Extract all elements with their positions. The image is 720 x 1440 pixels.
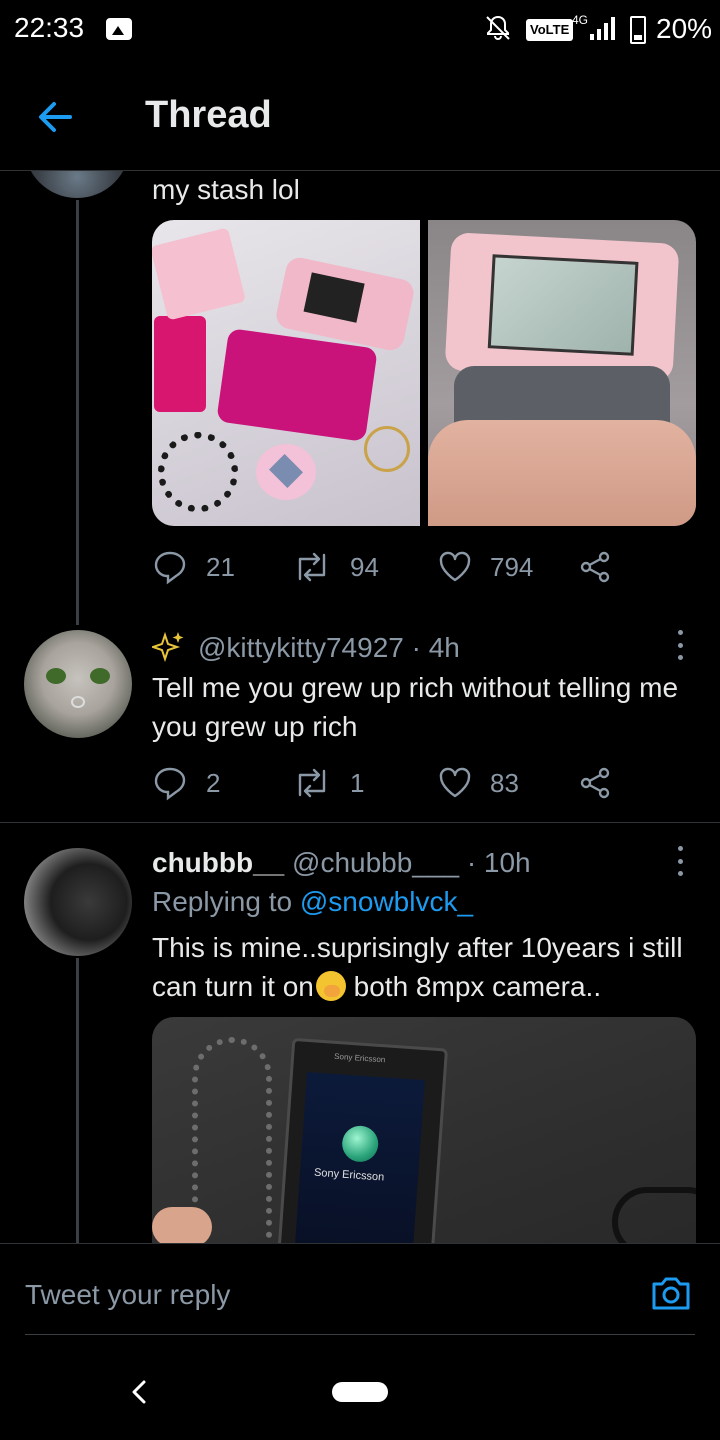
page-title: Thread [145, 94, 272, 136]
share-icon [580, 551, 610, 583]
pink-phone-shape [216, 328, 378, 442]
reply-icon [154, 767, 186, 801]
reply-button[interactable]: 2 [152, 763, 220, 803]
reply-button[interactable]: 21 [152, 547, 235, 587]
battery-icon [630, 16, 646, 44]
red-flip-phone-shape [154, 316, 206, 412]
thread-header: Thread [0, 62, 720, 171]
tweet-text: my stash lol [152, 174, 300, 205]
tweet-divider [0, 822, 720, 823]
camera-icon[interactable] [650, 1274, 692, 1312]
reply-input[interactable]: Tweet your reply [25, 1268, 695, 1335]
replying-to-handle[interactable]: @snowblvck_ [300, 886, 473, 917]
like-button[interactable]: 794 [438, 547, 533, 587]
battery-percent: 20% [656, 13, 713, 44]
phone-screen: Sony Ericsson [294, 1071, 425, 1258]
like-count: 83 [490, 767, 519, 798]
status-bar: 22:33 VoLTE 4G 20% [0, 0, 720, 62]
sony-ericsson-logo-icon [340, 1124, 380, 1164]
avatar[interactable] [24, 848, 132, 956]
status-time: 22:33 [14, 12, 85, 43]
replying-to-label: Replying to [152, 886, 293, 917]
tweet-text: This is mine..suprisingly after 10years … [152, 928, 700, 1006]
tamagotchi-shape [256, 444, 316, 500]
share-button[interactable] [578, 547, 630, 587]
heart-icon [439, 767, 471, 798]
tweet-text-part: both 8mpx camera.. [345, 971, 602, 1002]
notifications-off-icon [486, 15, 510, 40]
reply-bar: Tweet your reply [0, 1243, 720, 1362]
sidekick-body-shape [444, 232, 680, 382]
reply-icon [154, 551, 186, 585]
signal-icon [590, 17, 615, 40]
tweet-text: Tell me you grew up rich without telling… [152, 672, 679, 742]
thread-connector [76, 958, 79, 1243]
replying-to: Replying to @snowblvck_ [152, 884, 473, 920]
nav-back-icon[interactable] [128, 1379, 152, 1405]
hand-shape [428, 420, 696, 526]
retweet-button[interactable]: 94 [292, 547, 379, 587]
retweet-count: 1 [350, 767, 365, 798]
tweet-author-handle: @kittykitty74927 · 4h [198, 630, 460, 666]
share-button[interactable] [578, 763, 630, 803]
heart-icon [439, 551, 471, 582]
author-name[interactable]: chubbb__ [152, 847, 284, 878]
volte-badge: VoLTE [526, 19, 574, 41]
gallery-icon [106, 18, 132, 40]
tweet-author: chubbb__ @chubbb___ · 10h [152, 845, 531, 881]
nav-home-pill[interactable] [332, 1382, 388, 1402]
tweet-time: · 10h [466, 847, 531, 878]
more-options-button[interactable] [670, 630, 690, 660]
hand-shape [152, 1207, 212, 1247]
author-handle[interactable]: @kittykitty74927 [198, 632, 404, 663]
reply-count: 2 [206, 767, 221, 798]
tweet-time: · 4h [411, 632, 460, 663]
retweet-count: 94 [350, 551, 379, 582]
tweet-actions: 2 1 83 [152, 763, 632, 803]
hand-over-mouth-emoji-icon [315, 971, 346, 1001]
bead-bracelet-shape [158, 432, 238, 512]
retweet-icon [298, 552, 326, 582]
sparkles-icon [152, 631, 184, 663]
card-shape [152, 227, 247, 321]
like-count: 794 [490, 551, 534, 582]
phone-brand-top: Sony Ericsson [333, 1051, 386, 1065]
media-photo-pink-items[interactable] [152, 220, 420, 526]
tweet-actions: 21 94 794 [152, 547, 632, 587]
retweet-icon [298, 768, 326, 798]
retweet-button[interactable]: 1 [292, 763, 364, 803]
author-handle[interactable]: @chubbb___ [292, 847, 459, 878]
thread-connector [76, 200, 79, 625]
reply-count: 21 [206, 551, 235, 582]
phone-brand-label: Sony Ericsson [313, 1166, 385, 1184]
media-photo-sidekick[interactable] [428, 220, 696, 526]
like-button[interactable]: 83 [438, 763, 519, 803]
tweet-media[interactable] [152, 220, 696, 526]
system-nav-bar [0, 1361, 720, 1440]
share-icon [580, 767, 610, 799]
avatar[interactable] [24, 630, 132, 738]
more-options-button[interactable] [670, 846, 690, 876]
back-arrow-icon[interactable] [30, 92, 80, 142]
keychain-shape [364, 426, 410, 472]
